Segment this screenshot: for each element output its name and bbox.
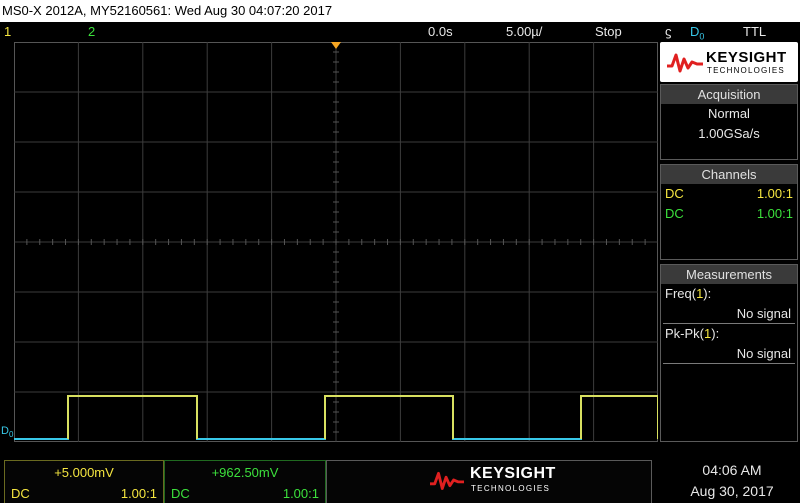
pkpk-label: Pk-Pk( — [665, 326, 704, 341]
channel-1-probe: 1.00:1 — [756, 186, 793, 201]
status-bar: 1 2 0.0s 5.00µ/ Stop ϛ D0 TTL — [0, 22, 800, 42]
freq-suffix: ): — [703, 286, 712, 301]
channel-1-bottom-probe: 1.00:1 — [120, 486, 157, 501]
channel-2-indicator[interactable]: 2 — [88, 22, 95, 41]
acquisition-header: Acquisition — [661, 85, 797, 104]
channels-header: Channels — [661, 165, 797, 184]
channel-2-bottom-probe: 1.00:1 — [282, 486, 319, 501]
digital-d0-high-segment — [324, 395, 454, 439]
digital-channel-sub: 0 — [8, 430, 14, 440]
freq-measurement-label: Freq(1): — [661, 284, 797, 304]
pkpk-suffix: ): — [711, 326, 720, 341]
clock-date: Aug 30, 2017 — [690, 483, 774, 499]
time-per-division[interactable]: 5.00µ/ — [506, 22, 542, 41]
channel-2-coupling: DC — [665, 206, 684, 221]
run-state[interactable]: Stop — [595, 22, 622, 41]
channel-2-offset: +962.50mV — [211, 465, 279, 480]
sample-rate: 1.00GSa/s — [698, 126, 760, 141]
channel-2-row: DC 1.00:1 — [661, 204, 797, 224]
acquisition-mode: Normal — [708, 106, 750, 121]
brand-sub: TECHNOLOGIES — [707, 66, 785, 75]
digital-d0-high-segment — [580, 395, 658, 439]
trigger-source-letter: D — [690, 24, 700, 39]
brand-name: KEYSIGHT — [706, 49, 787, 66]
trigger-level[interactable]: TTL — [743, 22, 766, 41]
clock: 04:06 AM Aug 30, 2017 — [664, 460, 800, 502]
trigger-position-marker[interactable] — [331, 42, 341, 49]
channel-1-offset: +5.000mV — [54, 465, 114, 480]
bottom-brand-sub: TECHNOLOGIES — [471, 484, 551, 493]
pkpk-measurement-label: Pk-Pk(1): — [661, 324, 797, 344]
channel-1-coupling: DC — [665, 186, 684, 201]
trigger-source-sub: 0 — [699, 31, 705, 42]
clock-time: 04:06 AM — [702, 462, 762, 478]
window-title: MS0-X 2012A, MY52160561: Wed Aug 30 04:0… — [0, 0, 800, 22]
channel-2-bottom-coupling: DC — [171, 486, 190, 501]
freq-measurement-value: No signal — [663, 304, 795, 324]
measurements-panel[interactable]: Measurements Freq(1): No signal Pk-Pk(1)… — [660, 264, 798, 442]
freq-label: Freq( — [665, 286, 697, 301]
keysight-logo: KEYSIGHT TECHNOLOGIES — [660, 42, 798, 82]
graticule — [14, 42, 658, 442]
channel-1-bottom-coupling: DC — [11, 486, 30, 501]
channel-1-box[interactable]: +5.000mV DC 1.00:1 — [4, 460, 164, 503]
keysight-wave-icon — [667, 53, 703, 73]
trigger-edge-icon: ϛ — [665, 24, 672, 39]
channel-2-probe: 1.00:1 — [756, 206, 793, 221]
waveform-display[interactable] — [14, 42, 658, 442]
keysight-bottom-wave-icon — [430, 471, 464, 490]
digital-channel-label: D0 — [1, 425, 13, 439]
time-offset[interactable]: 0.0s — [428, 22, 453, 41]
channels-panel[interactable]: Channels DC 1.00:1 DC 1.00:1 — [660, 164, 798, 260]
measurements-header: Measurements — [661, 265, 797, 284]
digital-d0-high-segment — [67, 395, 198, 439]
pkpk-measurement-value: No signal — [663, 344, 795, 364]
channel-1-indicator[interactable]: 1 — [4, 22, 11, 41]
channel-2-box[interactable]: +962.50mV DC 1.00:1 — [164, 460, 326, 503]
bottom-brand-name: KEYSIGHT — [470, 465, 556, 482]
channel-1-row: DC 1.00:1 — [661, 184, 797, 204]
keysight-bottom-logo: KEYSIGHT TECHNOLOGIES — [430, 465, 560, 497]
acquisition-panel[interactable]: Acquisition Normal 1.00GSa/s — [660, 84, 798, 160]
digital-channel-letter: D — [1, 425, 9, 437]
